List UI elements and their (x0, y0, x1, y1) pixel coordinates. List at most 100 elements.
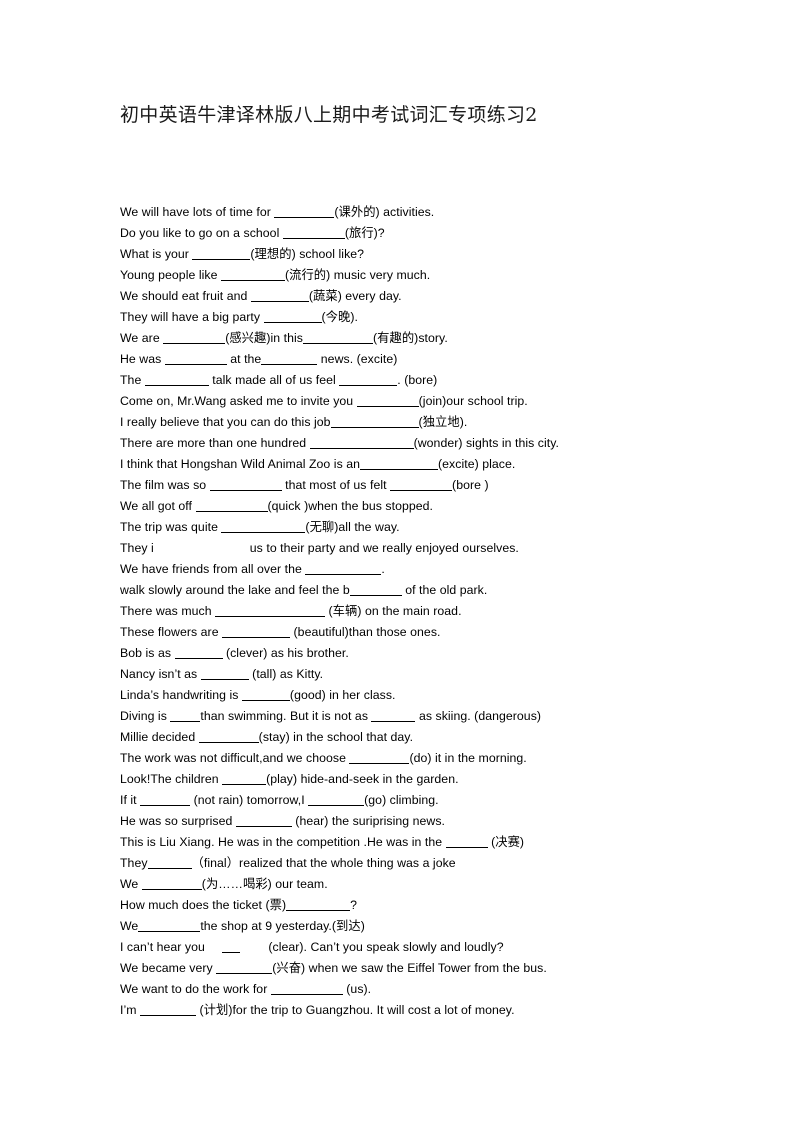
sentence-text: I’m (120, 1003, 141, 1017)
answer-blank[interactable] (241, 688, 290, 701)
answer-blank[interactable] (147, 856, 192, 869)
answer-blank[interactable] (274, 205, 335, 218)
answer-blank[interactable] (305, 562, 382, 575)
answer-gap[interactable] (154, 542, 250, 554)
exercise-line: The talk made all of us feel . (bore) (120, 370, 740, 391)
answer-blank[interactable] (195, 499, 268, 512)
exercise-line: We should eat fruit and (蔬菜) every day. (120, 286, 740, 307)
sentence-text: the shop at 9 yesterday.(到达) (200, 919, 365, 933)
sentence-text: They (120, 856, 148, 870)
answer-blank[interactable] (390, 478, 453, 491)
sentence-text: of the old park. (401, 583, 488, 597)
exercise-line: They i us to their party and we really en… (120, 538, 740, 559)
sentence-text: (课外的) activities. (334, 205, 435, 219)
answer-blank[interactable] (200, 667, 249, 680)
answer-blank[interactable] (349, 751, 410, 764)
answer-blank[interactable] (263, 310, 322, 323)
exercise-line: They （final）realized that the whole thing… (120, 853, 740, 874)
answer-blank[interactable] (339, 373, 398, 386)
answer-blank[interactable] (220, 268, 285, 281)
sentence-text: (车辆) on the main road. (325, 604, 462, 618)
answer-blank[interactable] (303, 331, 373, 344)
answer-blank[interactable] (144, 373, 209, 386)
sentence-text: (play) hide-and-seek in the garden. (266, 772, 459, 786)
exercise-line: If it (not rain) tomorrow,I (go) climbin… (120, 790, 740, 811)
sentence-text: (stay) in the school that day. (258, 730, 414, 744)
sentence-text: (今晚). (321, 310, 358, 324)
answer-blank[interactable] (286, 898, 351, 911)
sentence-text: (为……喝彩) our team. (201, 877, 328, 891)
sentence-text: (go) climbing. (364, 793, 439, 807)
sentence-text: (hear) the suriprising news. (291, 814, 446, 828)
answer-blank[interactable] (371, 709, 416, 722)
sentence-text: (有趣的)story. (373, 331, 448, 345)
sentence-text: (clear). Can’t you speak slowly and loud… (268, 940, 504, 954)
answer-blank[interactable] (141, 877, 202, 890)
sentence-text: (流行的) music very much. (284, 268, 431, 282)
answer-blank[interactable] (198, 730, 259, 743)
sentence-text: . (bore) (397, 373, 438, 387)
exercise-line: Bob is as (clever) as his brother. (120, 643, 740, 664)
answer-blank[interactable] (235, 814, 292, 827)
answer-blank[interactable] (140, 1003, 197, 1016)
exercise-line: We are (感兴趣)in this (有趣的)story. (120, 328, 740, 349)
sentence-text: (兴奋) when we saw the Eiffel Tower from t… (272, 961, 547, 975)
sentence-text: walk slowly around the lake and feel the… (120, 583, 350, 597)
answer-blank[interactable] (222, 772, 267, 785)
answer-blank[interactable] (270, 982, 343, 995)
answer-blank[interactable] (163, 331, 226, 344)
answer-blank[interactable] (356, 394, 419, 407)
answer-blank[interactable] (164, 352, 227, 365)
answer-blank[interactable] (215, 604, 326, 617)
answer-blank[interactable] (308, 793, 365, 806)
sentence-text: Diving is (120, 709, 171, 723)
answer-blank[interactable] (282, 226, 345, 239)
sentence-text: Come on, Mr.Wang asked me to invite you (120, 394, 357, 408)
exercise-line: The trip was quite (无聊)all the way. (120, 517, 740, 538)
answer-blank[interactable] (222, 625, 291, 638)
sentence-text: The trip was quite (120, 520, 222, 534)
answer-blank[interactable] (261, 352, 318, 365)
answer-gap[interactable] (208, 941, 222, 953)
answer-blank[interactable] (170, 709, 201, 722)
answer-blank[interactable] (309, 436, 414, 449)
document-page: 初中英语牛津译林版八上期中考试词汇专项练习2 We will have lots… (0, 0, 794, 1123)
exercise-line: Do you like to go on a school (旅行)? (120, 223, 740, 244)
sentence-text: at the (226, 352, 262, 366)
answer-blank[interactable] (140, 793, 191, 806)
sentence-text: (蔬菜) every day. (308, 289, 402, 303)
sentence-text: Linda’s handwriting is (120, 688, 242, 702)
answer-gap[interactable] (240, 941, 268, 953)
exercise-line: Come on, Mr.Wang asked me to invite you … (120, 391, 740, 412)
sentence-text: (join)our school trip. (418, 394, 528, 408)
sentence-text: (感兴趣)in this (225, 331, 303, 345)
sentence-text: (bore ) (452, 478, 489, 492)
answer-blank[interactable] (360, 457, 439, 470)
answer-blank[interactable] (250, 289, 309, 302)
exercise-line: This is Liu Xiang. He was in the competi… (120, 832, 740, 853)
exercise-line: We want to do the work for (us). (120, 979, 740, 1000)
sentence-text: I can’t hear you (120, 940, 209, 954)
sentence-text: （final）realized that the whole thing was… (191, 856, 456, 870)
exercise-line: Linda’s handwriting is (good) in her cla… (120, 685, 740, 706)
sentence-text: Young people like (120, 268, 221, 282)
sentence-text: If it (120, 793, 141, 807)
sentence-text: (独立地). (418, 415, 468, 429)
answer-blank[interactable] (192, 247, 251, 260)
exercise-line: I can’t hear you (clear). Can’t you spea… (120, 937, 740, 958)
answer-blank[interactable] (209, 478, 282, 491)
answer-blank[interactable] (221, 520, 306, 533)
sentence-text: (无聊)all the way. (305, 520, 400, 534)
answer-blank[interactable] (216, 961, 273, 974)
sentence-text: (excite) place. (438, 457, 516, 471)
exercise-line: I’m (计划)for the trip to Guangzhou. It wi… (120, 1000, 740, 1021)
answer-blank[interactable] (445, 835, 488, 848)
answer-blank[interactable] (222, 940, 241, 953)
answer-blank[interactable] (138, 919, 201, 932)
answer-blank[interactable] (349, 583, 402, 596)
exercise-line: Millie decided (stay) in the school that… (120, 727, 740, 748)
answer-blank[interactable] (174, 646, 223, 659)
sentence-text: The work was not difficult,and we choose (120, 751, 350, 765)
exercise-line: The work was not difficult,and we choose… (120, 748, 740, 769)
answer-blank[interactable] (330, 415, 419, 428)
